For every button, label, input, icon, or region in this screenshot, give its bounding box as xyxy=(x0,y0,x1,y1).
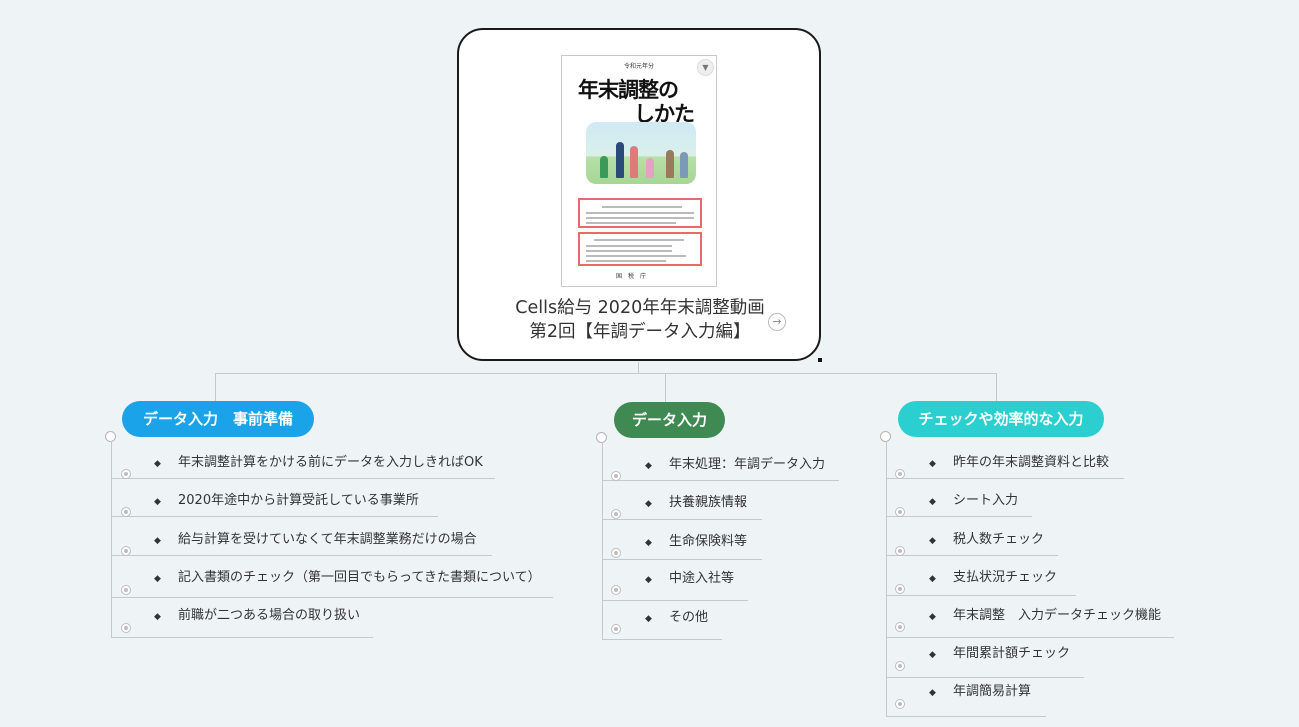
cover-image: 令和元年分 年末調整の しかた 国 税 庁 xyxy=(561,55,717,287)
item-underline xyxy=(111,555,492,556)
item-underline xyxy=(886,478,1124,479)
bullet-icon xyxy=(611,585,621,595)
topic-check-efficient-input[interactable]: チェックや効率的な入力 xyxy=(898,401,1104,437)
list-item[interactable]: ◆ 年末調整 入力データチェック機能 xyxy=(929,604,1161,623)
diamond-icon: ◆ xyxy=(929,459,936,469)
list-item[interactable]: ◆ 年間累計額チェック xyxy=(929,642,1070,661)
topic-data-input-preparation[interactable]: データ入力 事前準備 xyxy=(122,401,314,437)
item-underline xyxy=(886,555,1058,556)
connector-line xyxy=(215,373,997,374)
list-item[interactable]: ◆ 年末調整計算をかける前にデータを入力しきればOK xyxy=(154,451,483,470)
diamond-icon: ◆ xyxy=(645,538,652,548)
connector-line xyxy=(665,373,666,403)
central-title: Cells給与 2020年年末調整動画 第2回【年調データ入力編】 xyxy=(470,296,810,344)
diamond-icon: ◆ xyxy=(929,574,936,584)
item-underline xyxy=(602,559,762,560)
cover-small-text: 令和元年分 xyxy=(624,63,655,70)
bullet-icon xyxy=(611,509,621,519)
diamond-icon: ◆ xyxy=(929,688,936,698)
bullet-icon xyxy=(611,471,621,481)
item-underline xyxy=(602,600,748,601)
item-underline xyxy=(602,519,762,520)
connector-line xyxy=(111,441,112,637)
list-item[interactable]: ◆ 生命保険料等 xyxy=(645,530,747,549)
chevron-down-icon[interactable]: ▼ xyxy=(697,59,714,76)
topic-data-input[interactable]: データ入力 xyxy=(614,402,725,438)
bullet-icon xyxy=(121,546,131,556)
diamond-icon: ◆ xyxy=(645,575,652,585)
bullet-icon xyxy=(895,661,905,671)
item-underline xyxy=(886,677,1084,678)
list-item[interactable]: ◆ 2020年途中から計算受託している事業所 xyxy=(154,489,419,508)
diamond-icon: ◆ xyxy=(929,612,936,622)
list-item[interactable]: ◆ 年調簡易計算 xyxy=(929,680,1031,699)
bullet-icon xyxy=(121,623,131,633)
list-item[interactable]: ◆ シート入力 xyxy=(929,489,1018,508)
diamond-icon: ◆ xyxy=(154,459,161,469)
connector-line xyxy=(215,373,216,401)
connector-line xyxy=(602,442,603,639)
item-underline xyxy=(111,597,553,598)
item-underline xyxy=(886,516,1032,517)
item-underline xyxy=(886,595,1076,596)
diamond-icon: ◆ xyxy=(154,574,161,584)
diamond-icon: ◆ xyxy=(645,614,652,624)
central-title-line2: 第2回【年調データ入力編】 xyxy=(529,322,751,342)
item-underline xyxy=(886,637,1174,638)
list-item[interactable]: ◆ 支払状況チェック xyxy=(929,566,1057,585)
item-underline xyxy=(111,478,495,479)
item-underline xyxy=(111,516,438,517)
item-underline xyxy=(602,480,839,481)
diamond-icon: ◆ xyxy=(929,536,936,546)
notice-box-2 xyxy=(578,232,702,266)
item-underline xyxy=(886,716,1046,717)
bullet-icon xyxy=(121,507,131,517)
bullet-icon xyxy=(895,584,905,594)
resize-handle[interactable] xyxy=(818,358,822,362)
list-item[interactable]: ◆ 給与計算を受けていなくて年末調整業務だけの場合 xyxy=(154,528,477,547)
list-item[interactable]: ◆ 記入書類のチェック（第一回目でもらってきた書類について） xyxy=(154,566,541,585)
central-title-line1: Cells給与 2020年年末調整動画 xyxy=(515,298,765,318)
connector-line xyxy=(996,373,997,401)
diamond-icon: ◆ xyxy=(154,612,161,622)
list-item[interactable]: ◆ 扶養親族情報 xyxy=(645,491,747,510)
list-item[interactable]: ◆ 前職が二つある場合の取り扱い xyxy=(154,604,360,623)
list-item[interactable]: ◆ その他 xyxy=(645,606,708,625)
bullet-icon xyxy=(121,585,131,595)
bullet-icon xyxy=(611,548,621,558)
list-item[interactable]: ◆ 昨年の年末調整資料と比較 xyxy=(929,451,1109,470)
list-item[interactable]: ◆ 税人数チェック xyxy=(929,528,1044,547)
bullet-icon xyxy=(121,469,131,479)
bullet-icon xyxy=(895,699,905,709)
diamond-icon: ◆ xyxy=(154,536,161,546)
list-item[interactable]: ◆ 中途入社等 xyxy=(645,567,734,586)
bullet-icon xyxy=(895,546,905,556)
bullet-icon xyxy=(895,469,905,479)
diamond-icon: ◆ xyxy=(645,461,652,471)
bullet-icon xyxy=(895,622,905,632)
item-underline xyxy=(111,637,373,638)
notice-box-1 xyxy=(578,198,702,228)
diamond-icon: ◆ xyxy=(154,497,161,507)
list-item[interactable]: ◆ 年末処理：年調データ入力 xyxy=(645,453,825,472)
cover-publisher: 国 税 庁 xyxy=(616,273,647,280)
bullet-icon xyxy=(611,624,621,634)
item-underline xyxy=(602,639,722,640)
family-illustration xyxy=(586,122,696,184)
arrow-right-icon[interactable]: → xyxy=(768,313,786,331)
diamond-icon: ◆ xyxy=(645,499,652,509)
diamond-icon: ◆ xyxy=(929,650,936,660)
bullet-icon xyxy=(895,507,905,517)
connector-line xyxy=(886,441,887,717)
diamond-icon: ◆ xyxy=(929,497,936,507)
